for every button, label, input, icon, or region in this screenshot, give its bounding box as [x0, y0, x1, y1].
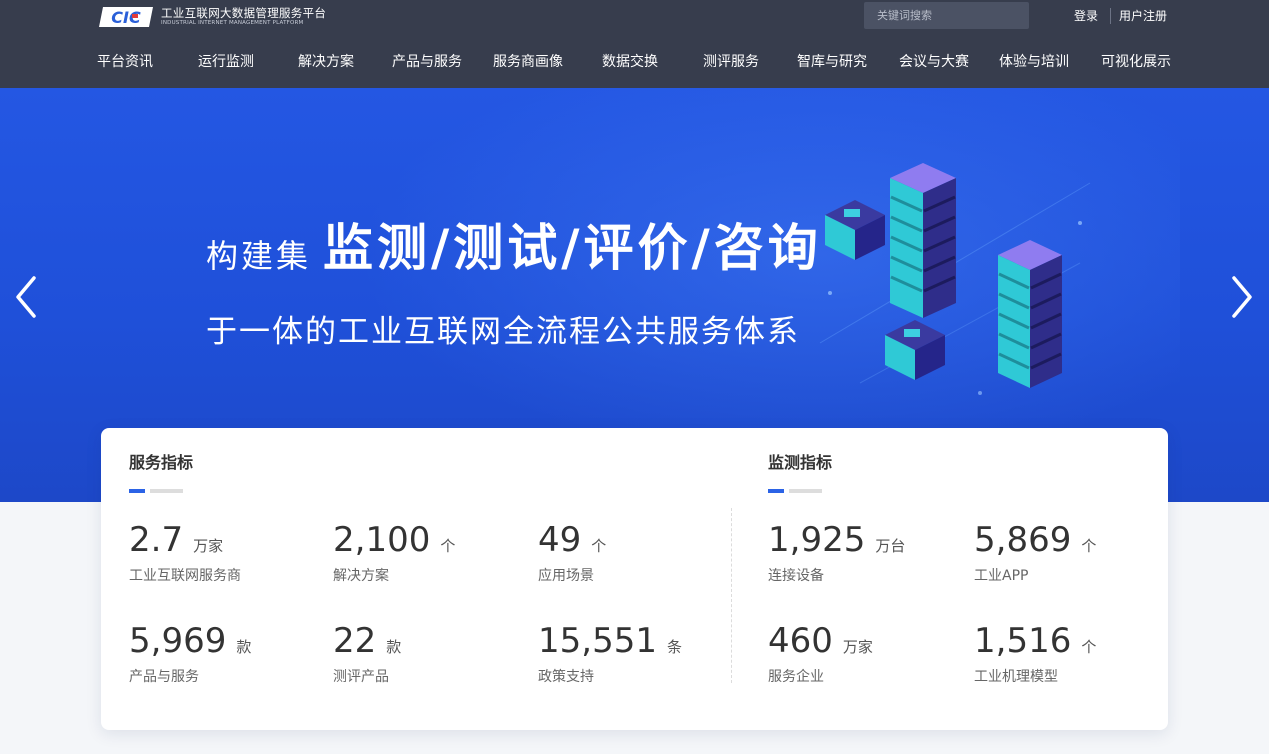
stat-value: 2,100 — [333, 520, 431, 560]
stat-policies: 15,551 条 政策支持 — [538, 621, 738, 686]
nav-item-products-services[interactable]: 产品与服务 — [392, 52, 462, 72]
stat-label: 应用场景 — [538, 568, 594, 584]
stat-value: 1,925 — [768, 520, 866, 560]
nav-item-think-tank[interactable]: 智库与研究 — [797, 52, 867, 72]
nav-item-evaluation[interactable]: 测评服务 — [703, 52, 759, 72]
nav-item-training[interactable]: 体验与培训 — [999, 52, 1069, 72]
stat-value: 460 — [768, 621, 833, 661]
search-input[interactable] — [877, 2, 1022, 29]
service-indicators-title: 服务指标 — [129, 453, 194, 472]
stat-unit: 条 — [666, 638, 682, 656]
stat-unit: 款 — [236, 638, 252, 656]
nav-item-conferences[interactable]: 会议与大赛 — [899, 52, 969, 72]
carousel-prev-chevron-left-icon[interactable] — [12, 272, 42, 322]
stat-value: 1,516 — [974, 621, 1072, 661]
stat-served-enterprises: 460 万家 服务企业 — [768, 621, 968, 686]
nav-item-visualization[interactable]: 可视化展示 — [1101, 52, 1171, 72]
cic-logo-icon: CIC — [99, 7, 153, 27]
logo-title: 工业互联网大数据管理服务平台 — [161, 6, 327, 20]
stat-unit: 万家 — [193, 537, 224, 555]
stat-label: 解决方案 — [333, 568, 389, 584]
stat-unit: 款 — [386, 638, 402, 656]
main-nav: 平台资讯 运行监测 解决方案 产品与服务 服务商画像 数据交换 测评服务 智库与… — [0, 52, 1269, 74]
header-divider — [1110, 8, 1111, 24]
carousel-next-chevron-right-icon[interactable] — [1226, 272, 1256, 322]
stat-products: 5,969 款 产品与服务 — [129, 621, 329, 686]
stat-value: 5,969 — [129, 621, 227, 661]
stat-unit: 个 — [440, 537, 456, 555]
stats-card: 服务指标 2.7 万家 工业互联网服务商 2,100 个 解决方案 49 个 应用场景… — [101, 428, 1168, 730]
stat-unit: 个 — [591, 537, 607, 555]
section-underline-active — [129, 489, 145, 493]
logo-subtitle: INDUSTRIAL INTERNET MANAGEMENT PLATFORM — [161, 20, 304, 26]
stat-label: 工业APP — [974, 568, 1029, 584]
server-illustration-icon — [819, 163, 1091, 395]
monitoring-indicators-title: 监测指标 — [768, 453, 833, 472]
section-divider — [731, 508, 732, 683]
nav-item-data-exchange[interactable]: 数据交换 — [602, 52, 658, 72]
site-header: CIC 工业互联网大数据管理服务平台 INDUSTRIAL INTERNET M… — [0, 0, 1269, 88]
stat-label: 服务企业 — [768, 669, 824, 685]
stat-mechanism-models: 1,516 个 工业机理模型 — [974, 621, 1174, 686]
stat-scenarios: 49 个 应用场景 — [538, 520, 738, 585]
headline-prefix: 构建集 — [206, 237, 312, 275]
stat-value: 15,551 — [538, 621, 657, 661]
banner-subline: 于一体的工业互联网全流程公共服务体系 — [206, 314, 800, 350]
stat-label: 连接设备 — [768, 568, 824, 584]
stat-label: 工业机理模型 — [974, 669, 1058, 685]
stat-connected-devices: 1,925 万台 连接设备 — [768, 520, 968, 585]
stat-unit: 万台 — [875, 537, 906, 555]
section-underline-muted — [789, 489, 822, 493]
nav-item-solutions[interactable]: 解决方案 — [298, 52, 354, 72]
nav-item-operation-monitoring[interactable]: 运行监测 — [198, 52, 254, 72]
stat-unit: 个 — [1081, 537, 1097, 555]
stat-label: 产品与服务 — [129, 669, 199, 685]
stat-service-providers: 2.7 万家 工业互联网服务商 — [129, 520, 329, 585]
site-logo[interactable]: CIC 工业互联网大数据管理服务平台 INDUSTRIAL INTERNET M… — [97, 4, 326, 30]
nav-item-platform-news[interactable]: 平台资讯 — [97, 52, 153, 72]
login-link[interactable]: 登录 — [1074, 8, 1098, 24]
stat-label: 测评产品 — [333, 669, 389, 685]
stat-value: 49 — [538, 520, 582, 560]
headline-main: 监测/测试/评价/咨询 — [323, 219, 822, 277]
search-box — [864, 2, 1029, 29]
logo-text: 工业互联网大数据管理服务平台 INDUSTRIAL INTERNET MANAG… — [161, 7, 326, 27]
stat-unit: 个 — [1081, 638, 1097, 656]
nav-item-provider-profile[interactable]: 服务商画像 — [493, 52, 563, 72]
stat-industrial-apps: 5,869 个 工业APP — [974, 520, 1174, 585]
stat-value: 22 — [333, 621, 377, 661]
banner-headline: 构建集 监测/测试/评价/咨询 — [206, 216, 822, 278]
section-underline-active — [768, 489, 784, 493]
section-underline-muted — [150, 489, 183, 493]
stat-value: 2.7 — [129, 520, 184, 560]
stat-solutions: 2,100 个 解决方案 — [333, 520, 533, 585]
stat-unit: 万家 — [842, 638, 873, 656]
stat-evaluated-products: 22 款 测评产品 — [333, 621, 533, 686]
stat-label: 工业互联网服务商 — [129, 568, 241, 584]
stat-value: 5,869 — [974, 520, 1072, 560]
stat-label: 政策支持 — [538, 669, 594, 685]
register-link[interactable]: 用户注册 — [1119, 8, 1167, 24]
